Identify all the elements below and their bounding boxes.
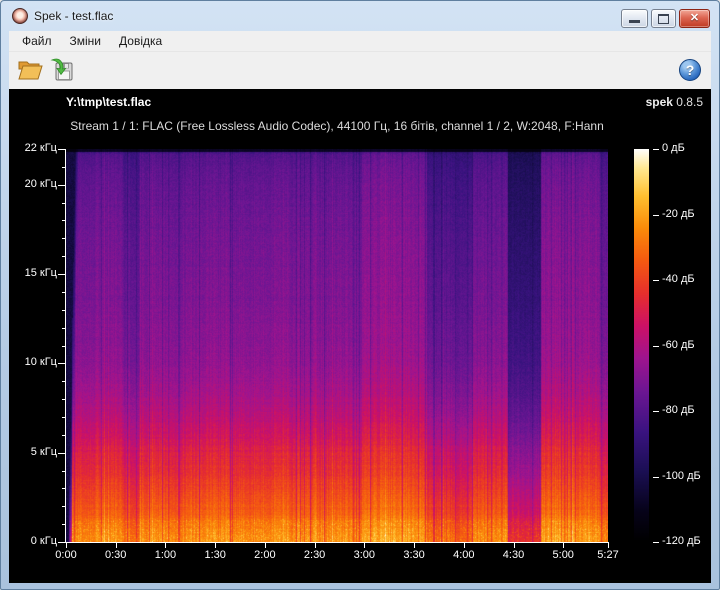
close-icon: ✕ (680, 10, 709, 27)
x-tick-label: 1:30 (195, 549, 235, 561)
toolbar: ? (9, 52, 711, 89)
y-tick-label: 5 кГц (9, 446, 57, 458)
help-icon: ? (679, 59, 701, 81)
legend-tick (653, 542, 659, 543)
minimize-icon (629, 20, 640, 23)
x-tick-label: 0:00 (46, 549, 86, 561)
y-tick-label: 20 кГц (9, 178, 57, 190)
x-tick-label: 5:00 (543, 549, 583, 561)
y-tick-label: 22 кГц (9, 142, 57, 154)
legend-tick-label: 0 дБ (662, 142, 685, 154)
maximize-icon (658, 14, 669, 24)
legend-tick-label: -100 дБ (662, 470, 701, 482)
y-axis-line (65, 149, 66, 543)
legend-tick (653, 149, 659, 150)
spek-window: Spek - test.flac ✕ Файл Зміни Довідка (0, 0, 720, 590)
legend-tick-label: -20 дБ (662, 208, 695, 220)
save-image-icon (49, 57, 75, 83)
x-tick-label: 5:27 (588, 549, 628, 561)
legend-tick-label: -80 дБ (662, 404, 695, 416)
legend-tick (653, 346, 659, 347)
spek-app-icon[interactable] (12, 8, 28, 24)
legend-tick (653, 215, 659, 216)
legend-tick (653, 477, 659, 478)
save-image-button[interactable] (47, 55, 77, 85)
open-file-button[interactable] (15, 55, 45, 85)
y-tick-label: 10 кГц (9, 356, 57, 368)
x-tick-label: 4:30 (494, 549, 534, 561)
menu-item-help[interactable]: Довідка (110, 31, 171, 51)
minimize-button[interactable] (621, 9, 648, 28)
legend-color-bar (634, 149, 649, 542)
legend-tick-label: -40 дБ (662, 273, 695, 285)
maximize-button[interactable] (651, 9, 676, 28)
x-tick-label: 0:30 (96, 549, 136, 561)
help-button[interactable]: ? (675, 55, 705, 85)
spectrogram-canvas (66, 149, 608, 542)
x-tick-label: 3:30 (394, 549, 434, 561)
brand-version: 0.8.5 (676, 95, 703, 109)
legend-tick-label: -60 дБ (662, 339, 695, 351)
menu-item-file[interactable]: Файл (13, 31, 61, 51)
brand-name: spek (646, 95, 673, 109)
window-title: Spek - test.flac (34, 9, 113, 23)
legend-tick (653, 411, 659, 412)
x-tick-label: 3:00 (344, 549, 384, 561)
menubar: Файл Зміни Довідка (9, 31, 711, 52)
legend-tick-label: -120 дБ (662, 535, 701, 547)
open-folder-icon (17, 58, 44, 82)
x-tick-label: 1:00 (145, 549, 185, 561)
file-path-label: Y:\tmp\test.flac (66, 95, 151, 109)
x-axis-line (65, 542, 609, 543)
legend-tick (653, 280, 659, 281)
stream-info-label: Stream 1 / 1: FLAC (Free Lossless Audio … (66, 119, 608, 133)
x-tick-label: 2:30 (295, 549, 335, 561)
y-tick-label: 0 кГц (9, 535, 57, 547)
close-button[interactable]: ✕ (679, 9, 710, 28)
x-tick-label: 2:00 (245, 549, 285, 561)
y-tick-label: 15 кГц (9, 267, 57, 279)
titlebar[interactable]: Spek - test.flac ✕ (1, 1, 719, 31)
plot-area: Y:\tmp\test.flac spek 0.8.5 Stream 1 / 1… (9, 89, 711, 583)
brand-line: spek 0.8.5 (646, 95, 703, 109)
menu-item-edit[interactable]: Зміни (61, 31, 111, 51)
x-tick-label: 4:00 (444, 549, 484, 561)
